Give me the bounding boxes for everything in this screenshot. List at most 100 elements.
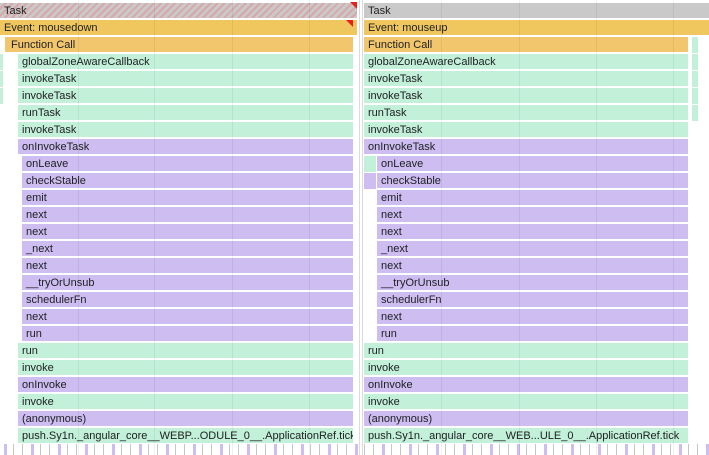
event-bar[interactable]: Event: mouseup [364, 20, 709, 36]
stack-sliver[interactable] [692, 71, 698, 87]
tick-mark [436, 444, 439, 455]
call-frame-bar[interactable]: globalZoneAwareCallback [364, 54, 688, 70]
flame-chart-right[interactable]: Task Event: mouseup Function Call global… [364, 0, 709, 455]
tick-mark [544, 444, 547, 455]
call-frame-bar[interactable]: runTask [364, 105, 688, 121]
call-frame-bar[interactable]: checkStable [377, 173, 688, 189]
call-frame-bar[interactable]: next [22, 207, 353, 223]
call-frame-bar[interactable]: invoke [364, 360, 688, 376]
long-task-flag-icon [346, 20, 353, 27]
call-frame-bar[interactable]: invokeTask [364, 122, 688, 138]
tick-mark [463, 444, 466, 455]
call-frame-bar[interactable]: run [377, 326, 688, 342]
tick-mark [364, 444, 365, 455]
stack-sliver[interactable] [692, 105, 698, 121]
tick-mark [301, 444, 304, 455]
call-frame-bar[interactable]: invokeTask [364, 71, 688, 87]
function-call-bar[interactable]: Function Call [364, 37, 688, 53]
call-frame-bar[interactable]: invokeTask [364, 88, 688, 104]
call-frame-bar[interactable]: schedulerFn [377, 292, 688, 308]
tick-mark [697, 444, 698, 455]
call-frame-bar[interactable]: next [22, 309, 353, 325]
stack-sliver[interactable] [0, 71, 3, 87]
tick-mark [265, 444, 266, 455]
task-bar[interactable]: Task [364, 3, 709, 19]
tick-mark [148, 444, 149, 455]
call-frame-bar[interactable]: __tryOrUnsub [22, 275, 353, 291]
call-frame-bar[interactable]: emit [22, 190, 353, 206]
tick-mark [670, 444, 671, 455]
call-frame-bar[interactable]: onLeave [377, 156, 688, 172]
tick-mark [688, 444, 689, 455]
call-frame-bar[interactable]: invoke [364, 394, 688, 410]
call-frame-bar[interactable]: next [22, 258, 353, 274]
tick-mark [643, 444, 644, 455]
stack-sliver[interactable] [692, 37, 698, 53]
flame-chart-left[interactable]: Task Event: mousedown Function Call glob… [0, 0, 357, 455]
call-frame-bar[interactable]: run [364, 343, 688, 359]
tick-mark [553, 444, 554, 455]
call-frame-bar[interactable]: invokeTask [18, 88, 353, 104]
stack-sliver[interactable] [692, 88, 698, 104]
call-frame-bar[interactable]: next [377, 207, 688, 223]
call-frame-bar[interactable]: emit [377, 190, 688, 206]
tick-mark [616, 444, 617, 455]
tick-mark [202, 444, 203, 455]
call-frame-bar[interactable]: next [22, 224, 353, 240]
call-frame-bar[interactable]: onInvokeTask [18, 139, 353, 155]
call-frame-bar[interactable]: push.Sy1n._angular_core__WEBP...ODULE_0_… [18, 428, 353, 444]
tick-mark [112, 444, 115, 455]
call-frame-bar[interactable]: onLeave [22, 156, 353, 172]
tick-mark [292, 444, 293, 455]
tick-mark [409, 444, 412, 455]
call-frame-bar[interactable]: push.Sy1n._angular_core__WEB...ULE_0__.A… [364, 428, 688, 444]
tick-mark [184, 444, 185, 455]
call-frame-bar[interactable]: _next [377, 241, 688, 257]
tick-mark [220, 444, 223, 455]
tick-mark [193, 444, 196, 455]
stack-sliver[interactable] [0, 88, 3, 104]
call-frame-bar[interactable]: schedulerFn [22, 292, 353, 308]
tick-mark [625, 444, 628, 455]
call-frame-bar[interactable]: onInvokeTask [364, 139, 688, 155]
call-frame-bar[interactable]: onInvoke [18, 377, 353, 393]
tick-mark [400, 444, 401, 455]
stack-sliver[interactable] [692, 54, 698, 70]
stack-sliver[interactable] [364, 173, 376, 189]
call-frame-bar[interactable]: (anonymous) [364, 411, 688, 427]
call-frame-bar[interactable]: (anonymous) [18, 411, 353, 427]
tick-mark [139, 444, 142, 455]
call-frame-bar[interactable]: next [377, 309, 688, 325]
call-frame-bar[interactable]: globalZoneAwareCallback [18, 54, 353, 70]
function-call-bar[interactable]: Function Call [5, 37, 353, 53]
call-frame-bar[interactable]: _next [22, 241, 353, 257]
tick-mark [13, 444, 14, 455]
call-frame-bar[interactable]: __tryOrUnsub [377, 275, 688, 291]
tick-mark [274, 444, 277, 455]
call-frame-bar[interactable]: invokeTask [18, 122, 353, 138]
call-frame-bar[interactable]: next [377, 258, 688, 274]
tick-mark [337, 444, 338, 455]
call-frame-bar[interactable]: next [377, 224, 688, 240]
tick-mark [166, 444, 169, 455]
tick-mark [211, 444, 212, 455]
tick-mark [157, 444, 158, 455]
task-bar[interactable]: Task [0, 3, 357, 19]
call-frame-bar[interactable]: invoke [18, 394, 353, 410]
call-frame-bar[interactable]: invokeTask [18, 71, 353, 87]
tick-mark [373, 444, 374, 455]
call-frame-bar[interactable]: invoke [18, 360, 353, 376]
tick-mark [679, 444, 682, 455]
call-frame-bar[interactable]: run [18, 343, 353, 359]
tick-mark [94, 444, 95, 455]
call-frame-bar[interactable]: onInvoke [364, 377, 688, 393]
divider [359, 0, 360, 455]
event-bar[interactable]: Event: mousedown [0, 20, 357, 36]
tick-mark [121, 444, 122, 455]
stack-sliver[interactable] [0, 54, 3, 70]
call-frame-bar[interactable]: runTask [18, 105, 353, 121]
tick-mark [247, 444, 250, 455]
stack-sliver[interactable] [364, 156, 376, 172]
call-frame-bar[interactable]: run [22, 326, 353, 342]
call-frame-bar[interactable]: checkStable [22, 173, 353, 189]
